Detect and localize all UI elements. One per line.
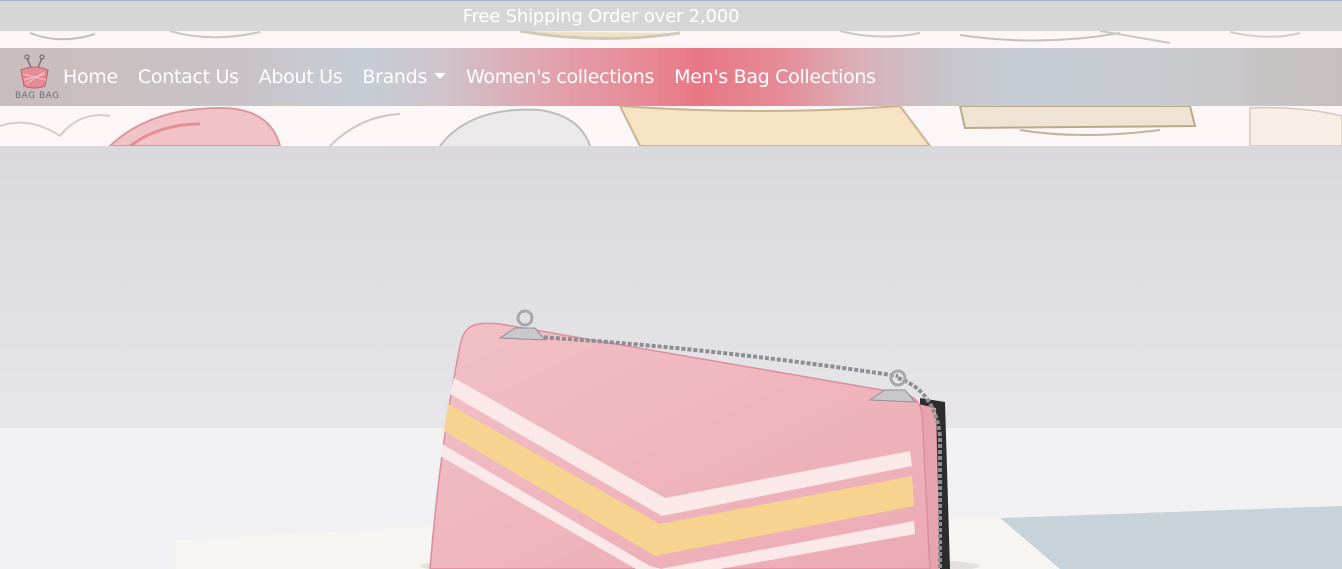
background-sketch-bottom xyxy=(0,106,1342,146)
hero-banner[interactable] xyxy=(0,146,1342,569)
promo-text: Free Shipping Order over 2,000 xyxy=(462,6,740,27)
page: Free Shipping Order over 2,000 BAG BAG H… xyxy=(0,0,1342,569)
handbag-logo-icon xyxy=(20,54,49,89)
nav-item-brands-label: Brands xyxy=(362,66,428,88)
caret-down-icon xyxy=(434,73,447,79)
nav-item-contact-us[interactable]: Contact Us xyxy=(128,66,249,88)
nav-item-mens-bag-collections[interactable]: Men's Bag Collections xyxy=(664,66,886,88)
brand-logo[interactable]: BAG BAG xyxy=(14,50,59,102)
nav-item-womens-collections[interactable]: Women's collections xyxy=(456,66,664,88)
nav-item-brands[interactable]: Brands xyxy=(352,66,456,88)
main-navbar: BAG BAG Home Contact Us About Us Brands … xyxy=(0,48,1342,106)
nav-item-home[interactable]: Home xyxy=(53,66,128,88)
nav-item-about-us[interactable]: About Us xyxy=(249,66,353,88)
hero-bag-image xyxy=(0,146,1342,569)
nav-menu: Home Contact Us About Us Brands Women's … xyxy=(53,48,886,106)
background-sketch-top xyxy=(0,31,1342,48)
promo-bar: Free Shipping Order over 2,000 xyxy=(0,0,1342,31)
